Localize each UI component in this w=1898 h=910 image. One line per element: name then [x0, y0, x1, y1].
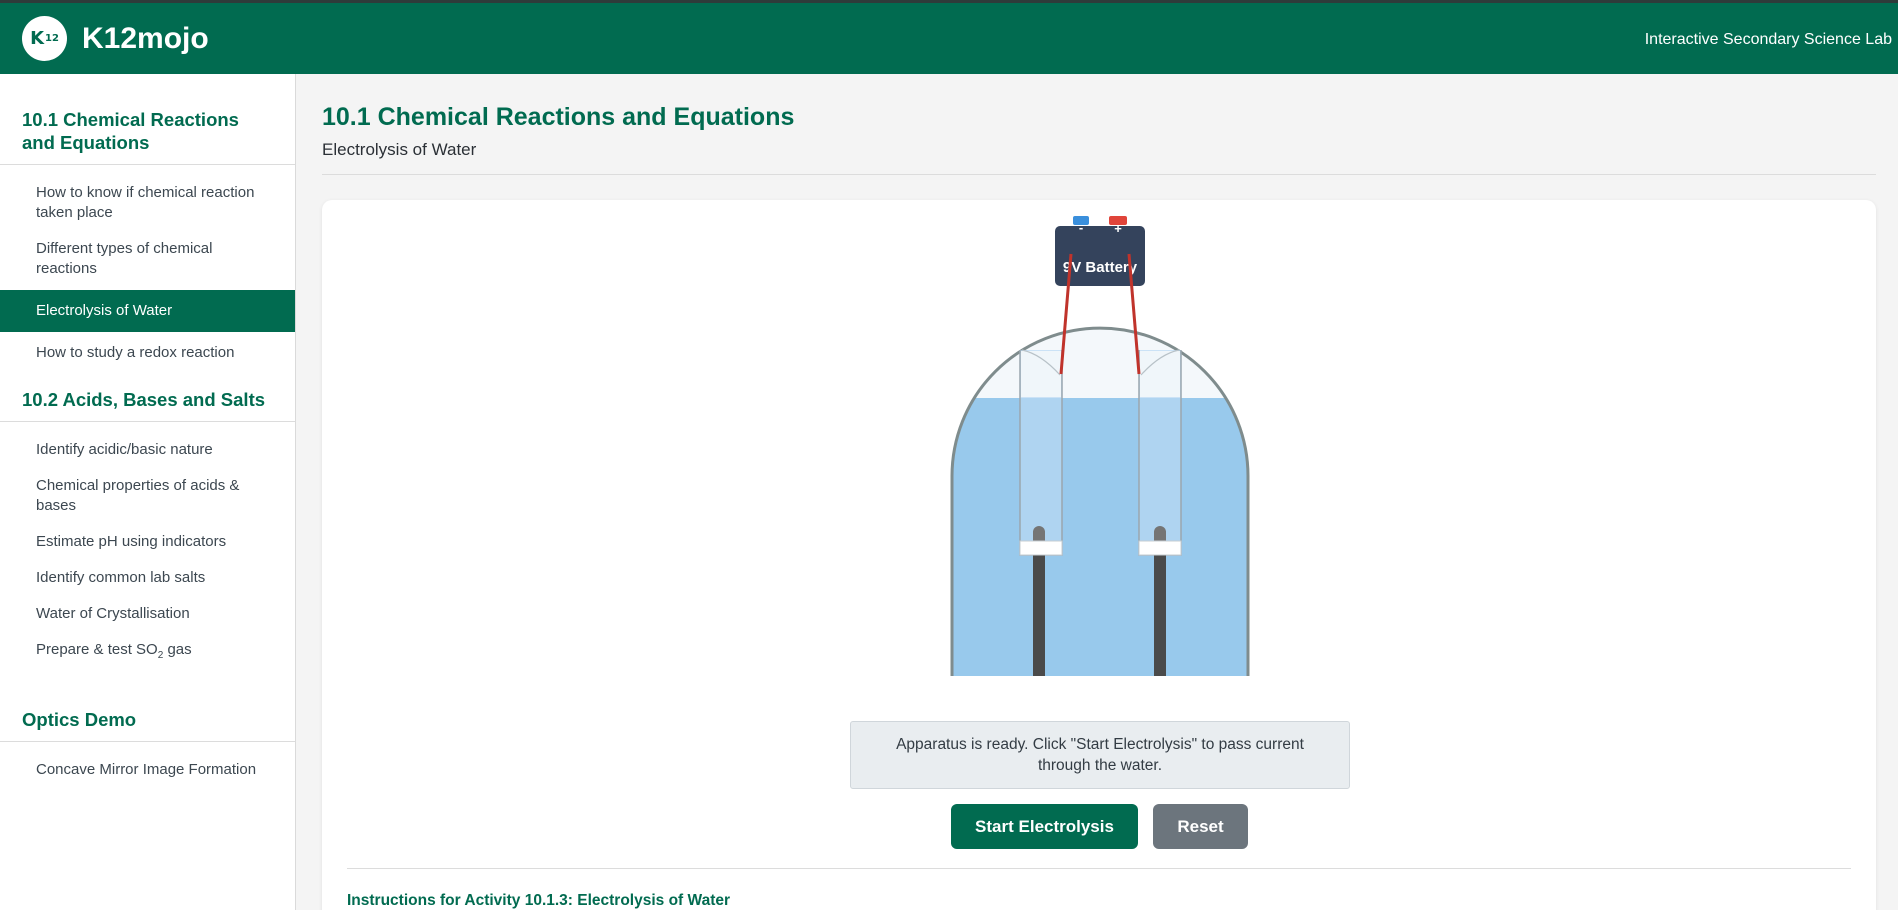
- sidebar-section-title: 10.2 Acids, Bases and Salts: [22, 389, 266, 410]
- sidebar: 10.1 Chemical Reactions and Equations Ho…: [0, 74, 296, 910]
- brand-name[interactable]: K12mojo: [82, 22, 209, 56]
- title-divider: [322, 174, 1876, 175]
- instructions-divider: [347, 868, 1851, 869]
- header-tagline: Interactive Secondary Science Lab: [1644, 31, 1892, 48]
- sidebar-section-chemical-reactions: 10.1 Chemical Reactions and Equations Ho…: [0, 108, 295, 371]
- sidebar-item-chemical-reaction-taken-place[interactable]: How to know if chemical reaction taken p…: [0, 175, 295, 231]
- page-subtitle: Electrolysis of Water: [322, 140, 477, 159]
- sidebar-item-concave-mirror[interactable]: Concave Mirror Image Formation: [0, 752, 295, 788]
- start-electrolysis-button[interactable]: Start Electrolysis: [951, 804, 1138, 849]
- sidebar-item-redox-reaction[interactable]: How to study a redox reaction: [0, 335, 295, 371]
- logo-icon[interactable]: K 12: [22, 16, 67, 61]
- sidebar-divider: [0, 164, 295, 165]
- sidebar-item-estimate-ph[interactable]: Estimate pH using indicators: [0, 524, 295, 560]
- sidebar-item-water-of-crystallisation[interactable]: Water of Crystallisation: [0, 596, 295, 632]
- status-message: Apparatus is ready. Click "Start Electro…: [850, 721, 1350, 789]
- sidebar-item-lab-salts[interactable]: Identify common lab salts: [0, 560, 295, 596]
- sidebar-item-electrolysis-of-water[interactable]: Electrolysis of Water: [0, 290, 295, 332]
- page-title: 10.1 Chemical Reactions and Equations: [322, 103, 795, 131]
- sidebar-item-types-of-reactions[interactable]: Different types of chemical reactions: [0, 231, 295, 287]
- sidebar-section-acids-bases: 10.2 Acids, Bases and Salts Identify aci…: [0, 388, 295, 674]
- top-bar: K 12 K12mojo Interactive Secondary Scienc…: [0, 0, 1898, 74]
- sidebar-section-optics: Optics Demo Concave Mirror Image Formati…: [0, 708, 295, 788]
- so2-label-prefix: Prepare & test SO: [36, 641, 158, 658]
- logo-letter: K: [30, 28, 45, 49]
- logo-superscript: 12: [45, 33, 59, 44]
- reset-button[interactable]: Reset: [1153, 804, 1248, 849]
- instructions-title: Instructions for Activity 10.1.3: Electr…: [347, 892, 731, 909]
- so2-label-suffix: gas: [163, 641, 192, 658]
- sidebar-section-title: 10.1 Chemical Reactions and Equations: [22, 109, 239, 153]
- sidebar-section-title: Optics Demo: [22, 709, 137, 730]
- sidebar-item-so2-gas[interactable]: Prepare & test SO2 gas: [0, 632, 295, 674]
- sidebar-divider: [0, 421, 295, 422]
- sidebar-item-acidic-basic-nature[interactable]: Identify acidic/basic nature: [0, 432, 295, 468]
- sidebar-item-acid-base-properties[interactable]: Chemical properties of acids & bases: [0, 468, 295, 524]
- sidebar-divider: [0, 741, 295, 742]
